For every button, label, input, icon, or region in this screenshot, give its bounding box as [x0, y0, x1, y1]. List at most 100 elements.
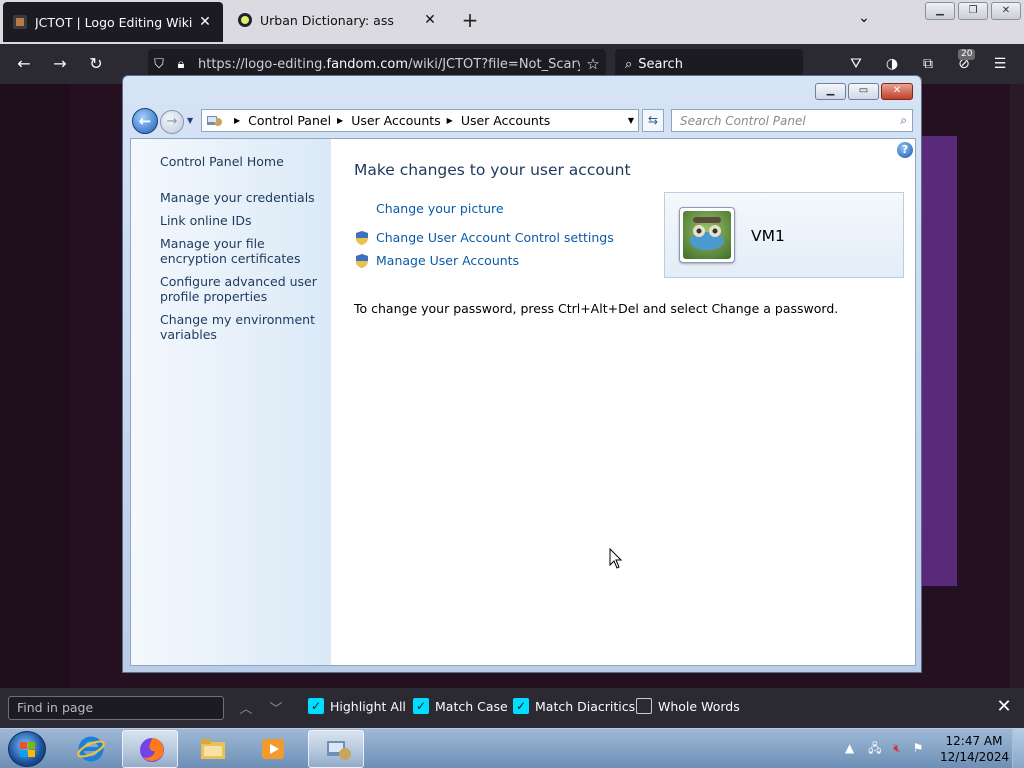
- checkbox-label: Match Case: [435, 698, 508, 714]
- bookmark-star-icon[interactable]: ☆: [580, 55, 606, 73]
- link-manage-credentials[interactable]: Manage your credentials: [160, 190, 325, 205]
- windows-logo-icon: [20, 742, 35, 757]
- help-icon[interactable]: ?: [897, 142, 913, 158]
- forward-arrow-icon[interactable]: →: [48, 52, 72, 76]
- cp-maximize-icon[interactable]: ▭: [848, 83, 879, 100]
- find-previous-icon[interactable]: ︿: [236, 698, 256, 718]
- link-control-panel-home[interactable]: Control Panel Home: [160, 154, 325, 169]
- restore-icon[interactable]: ❐: [958, 2, 988, 20]
- user-picture-icon: [683, 211, 731, 259]
- whole-words-checkbox[interactable]: Whole Words: [636, 698, 740, 714]
- checkbox-checked-icon[interactable]: ✓: [513, 698, 529, 714]
- page-scrollbar[interactable]: [1010, 84, 1024, 688]
- taskbar-clock[interactable]: 12:47 AM 12/14/2024: [940, 733, 1010, 765]
- url-suffix: /wiki/JCTOT?file=Not_Scary: [408, 56, 580, 72]
- new-tab-icon[interactable]: +: [458, 8, 482, 34]
- list-all-tabs-icon[interactable]: ⌄: [852, 10, 876, 34]
- search-engine-icon: ⌕: [625, 56, 633, 72]
- tab-close-icon[interactable]: ✕: [422, 12, 438, 28]
- mouse-cursor-icon: [609, 548, 623, 569]
- highlight-all-checkbox[interactable]: ✓ Highlight All: [308, 698, 406, 714]
- search-icon[interactable]: ⌕: [900, 113, 907, 128]
- cp-minimize-icon[interactable]: ▁: [815, 83, 846, 100]
- find-input[interactable]: Find in page: [8, 696, 224, 720]
- volume-muted-icon[interactable]: 🔇︎: [893, 741, 901, 755]
- taskbar-control-panel[interactable]: [308, 730, 364, 768]
- minimize-icon[interactable]: ▁: [925, 2, 955, 20]
- window-caption[interactable]: ▁ ▭ ✕: [123, 76, 921, 104]
- uac-shield-icon: [356, 231, 368, 245]
- tab-urban-dictionary[interactable]: Urban Dictionary: ass ✕: [228, 0, 448, 40]
- breadcrumb-separator-icon[interactable]: ▶: [337, 116, 343, 125]
- user-account-card: VM1: [664, 192, 904, 278]
- reload-icon[interactable]: ↻: [84, 52, 108, 76]
- extensions-icon[interactable]: ⧉: [916, 52, 940, 76]
- breadcrumb[interactable]: ▶ Control Panel ▶ User Accounts ▶ User A…: [201, 109, 639, 132]
- find-close-icon[interactable]: ✕: [994, 696, 1014, 720]
- link-advanced-profile[interactable]: Configure advanced user profile properti…: [160, 274, 325, 304]
- link-uac-settings[interactable]: Change User Account Control settings: [376, 230, 614, 245]
- media-player-icon: [262, 739, 284, 759]
- link-manage-user-accounts[interactable]: Manage User Accounts: [376, 253, 519, 268]
- search-placeholder: Search: [638, 56, 683, 72]
- link-online-ids[interactable]: Link online IDs: [160, 213, 325, 228]
- url-text[interactable]: https://logo-editing.fandom.com/wiki/JCT…: [192, 57, 580, 72]
- checkbox-checked-icon[interactable]: ✓: [413, 698, 429, 714]
- find-next-icon[interactable]: ﹀: [266, 698, 286, 718]
- user-picture-art: [690, 217, 724, 250]
- tab-jctot[interactable]: JCTOT | Logo Editing Wiki | Fan ✕: [3, 2, 223, 42]
- breadcrumb-separator-icon[interactable]: ▶: [447, 116, 453, 125]
- breadcrumb-separator-icon[interactable]: ▶: [234, 116, 240, 125]
- taskbar-media-player[interactable]: [244, 730, 300, 768]
- checkbox-unchecked-icon[interactable]: [636, 698, 652, 714]
- tracking-shield-icon[interactable]: ⛉: [148, 57, 170, 72]
- cp-forward-icon[interactable]: →: [160, 110, 184, 134]
- uac-shield-icon: [356, 254, 368, 268]
- taskbar-internet-explorer[interactable]: [62, 730, 118, 768]
- checkbox-checked-icon[interactable]: ✓: [308, 698, 324, 714]
- close-icon[interactable]: ✕: [991, 2, 1021, 20]
- breadcrumb-user-accounts[interactable]: User Accounts: [351, 113, 440, 128]
- action-center-flag-icon[interactable]: ⚑: [913, 741, 924, 755]
- firefox-icon: [140, 738, 164, 762]
- link-change-picture[interactable]: Change your picture: [376, 201, 504, 216]
- breadcrumb-control-panel[interactable]: Control Panel: [248, 113, 331, 128]
- start-button[interactable]: [8, 731, 46, 767]
- match-case-checkbox[interactable]: ✓ Match Case: [413, 698, 508, 714]
- control-panel-search-input[interactable]: Search Control Panel ⌕: [671, 109, 913, 132]
- taskbar-file-explorer[interactable]: [184, 730, 240, 768]
- link-environment-variables[interactable]: Change my environment variables: [160, 312, 325, 342]
- cp-back-icon[interactable]: ←: [132, 108, 158, 134]
- url-domain: fandom.com: [326, 56, 409, 72]
- control-panel-icon: [207, 115, 222, 126]
- cp-close-icon[interactable]: ✕: [881, 83, 913, 100]
- main-pane: Make changes to your user account Change…: [331, 139, 916, 665]
- control-panel-icon: [327, 741, 351, 760]
- tab-title: Urban Dictionary: ass: [260, 12, 394, 28]
- control-panel-content: Control Panel Home Manage your credentia…: [130, 138, 916, 666]
- back-arrow-icon[interactable]: ←: [12, 52, 36, 76]
- match-diacritics-checkbox[interactable]: ✓ Match Diacritics: [513, 698, 635, 714]
- recent-pages-dropdown-icon[interactable]: ▼: [187, 116, 197, 126]
- clock-date: 12/14/2024: [940, 750, 1010, 764]
- show-desktop-button[interactable]: [1012, 729, 1024, 768]
- pocket-icon[interactable]: ⛛: [844, 52, 868, 76]
- cp-refresh-icon[interactable]: ⇆: [642, 109, 664, 132]
- account-icon[interactable]: ◑: [880, 52, 904, 76]
- tab-close-icon[interactable]: ✕: [197, 14, 213, 30]
- show-hidden-icons-icon[interactable]: ▲: [845, 741, 854, 755]
- link-file-encryption[interactable]: Manage your file encryption certificates: [160, 236, 325, 266]
- menu-icon[interactable]: ☰: [988, 52, 1012, 76]
- address-dropdown-icon[interactable]: ▼: [628, 116, 634, 125]
- lock-icon[interactable]: 🔒︎: [170, 57, 192, 72]
- breadcrumb-user-accounts-current[interactable]: User Accounts: [461, 113, 550, 128]
- network-icon[interactable]: 🖧︎: [868, 741, 881, 755]
- search-placeholder: Search Control Panel: [680, 113, 806, 128]
- taskbar-firefox[interactable]: [122, 730, 178, 768]
- page-title: Make changes to your user account: [354, 161, 631, 179]
- tab-title: JCTOT | Logo Editing Wiki | Fan: [35, 14, 197, 30]
- user-name: VM1: [751, 227, 785, 245]
- checkbox-label: Highlight All: [330, 698, 406, 714]
- avatar[interactable]: [679, 207, 735, 263]
- control-panel-window: ▁ ▭ ✕ ← → ▼ ▶ Control Panel ▶ User Accou…: [122, 75, 922, 673]
